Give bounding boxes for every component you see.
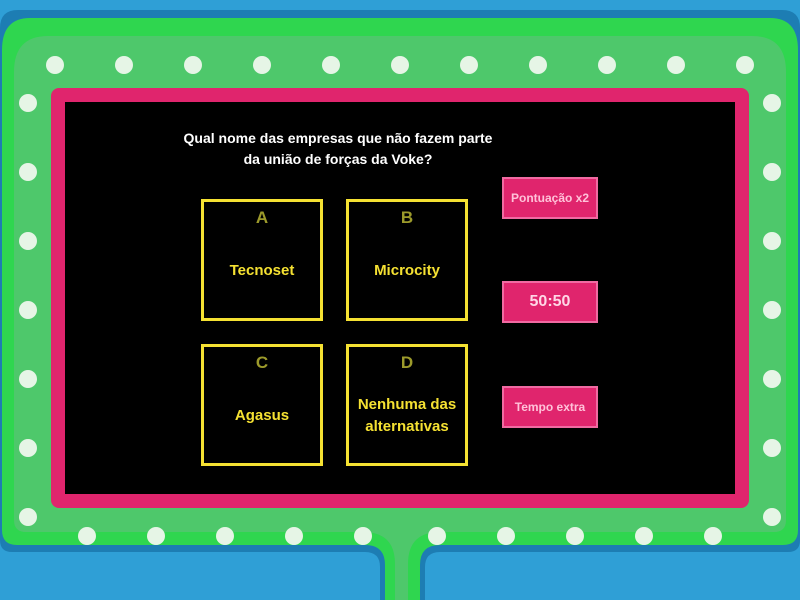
extra-time-button[interactable]: Tempo extra [502, 386, 598, 428]
bulb [763, 232, 781, 250]
bulb [19, 301, 37, 319]
answer-text: Nenhuma das alternativas [357, 396, 457, 435]
bulb [529, 56, 547, 74]
bulb [115, 56, 133, 74]
bulb [704, 527, 722, 545]
fifty-fifty-button[interactable]: 50:50 [502, 281, 598, 323]
bulb [147, 527, 165, 545]
bulb [667, 56, 685, 74]
game-stage: Qual nome das empresas que não fazem par… [0, 0, 800, 600]
double-score-button[interactable]: Pontuação x2 [502, 177, 598, 219]
bulb [285, 527, 303, 545]
bulb [763, 439, 781, 457]
bulb [19, 163, 37, 181]
bulb [19, 94, 37, 112]
bulb [391, 56, 409, 74]
bulb [460, 56, 478, 74]
answer-d-button[interactable]: D Nenhuma das alternativas [346, 344, 468, 466]
bulb [216, 527, 234, 545]
bulb [354, 527, 372, 545]
bulb [763, 94, 781, 112]
bulb [736, 56, 754, 74]
bulb [253, 56, 271, 74]
bulb [78, 527, 96, 545]
bulb [19, 508, 37, 526]
answer-letter: D [400, 353, 414, 372]
bulb [322, 56, 340, 74]
answer-text: Tecnoset [229, 262, 295, 279]
bulb [184, 56, 202, 74]
answer-text: Microcity [374, 262, 440, 279]
answer-text: Agasus [234, 407, 290, 424]
bulb [763, 370, 781, 388]
answer-letter: C [255, 353, 269, 372]
answer-letter: B [400, 208, 414, 227]
question-text: Qual nome das empresas que não fazem par… [183, 130, 493, 167]
bulb [763, 163, 781, 181]
answer-c-button[interactable]: C Agasus [201, 344, 323, 466]
bulb [763, 301, 781, 319]
answer-letter: A [255, 208, 269, 227]
bulb [497, 527, 515, 545]
bulb [19, 232, 37, 250]
bulb [19, 370, 37, 388]
bulb [46, 56, 64, 74]
bulb [635, 527, 653, 545]
bulb [566, 527, 584, 545]
bulb [428, 527, 446, 545]
answer-b-button[interactable]: B Microcity [346, 199, 468, 321]
bulb [19, 439, 37, 457]
bulb [763, 508, 781, 526]
answer-a-button[interactable]: A Tecnoset [201, 199, 323, 321]
bulb [598, 56, 616, 74]
